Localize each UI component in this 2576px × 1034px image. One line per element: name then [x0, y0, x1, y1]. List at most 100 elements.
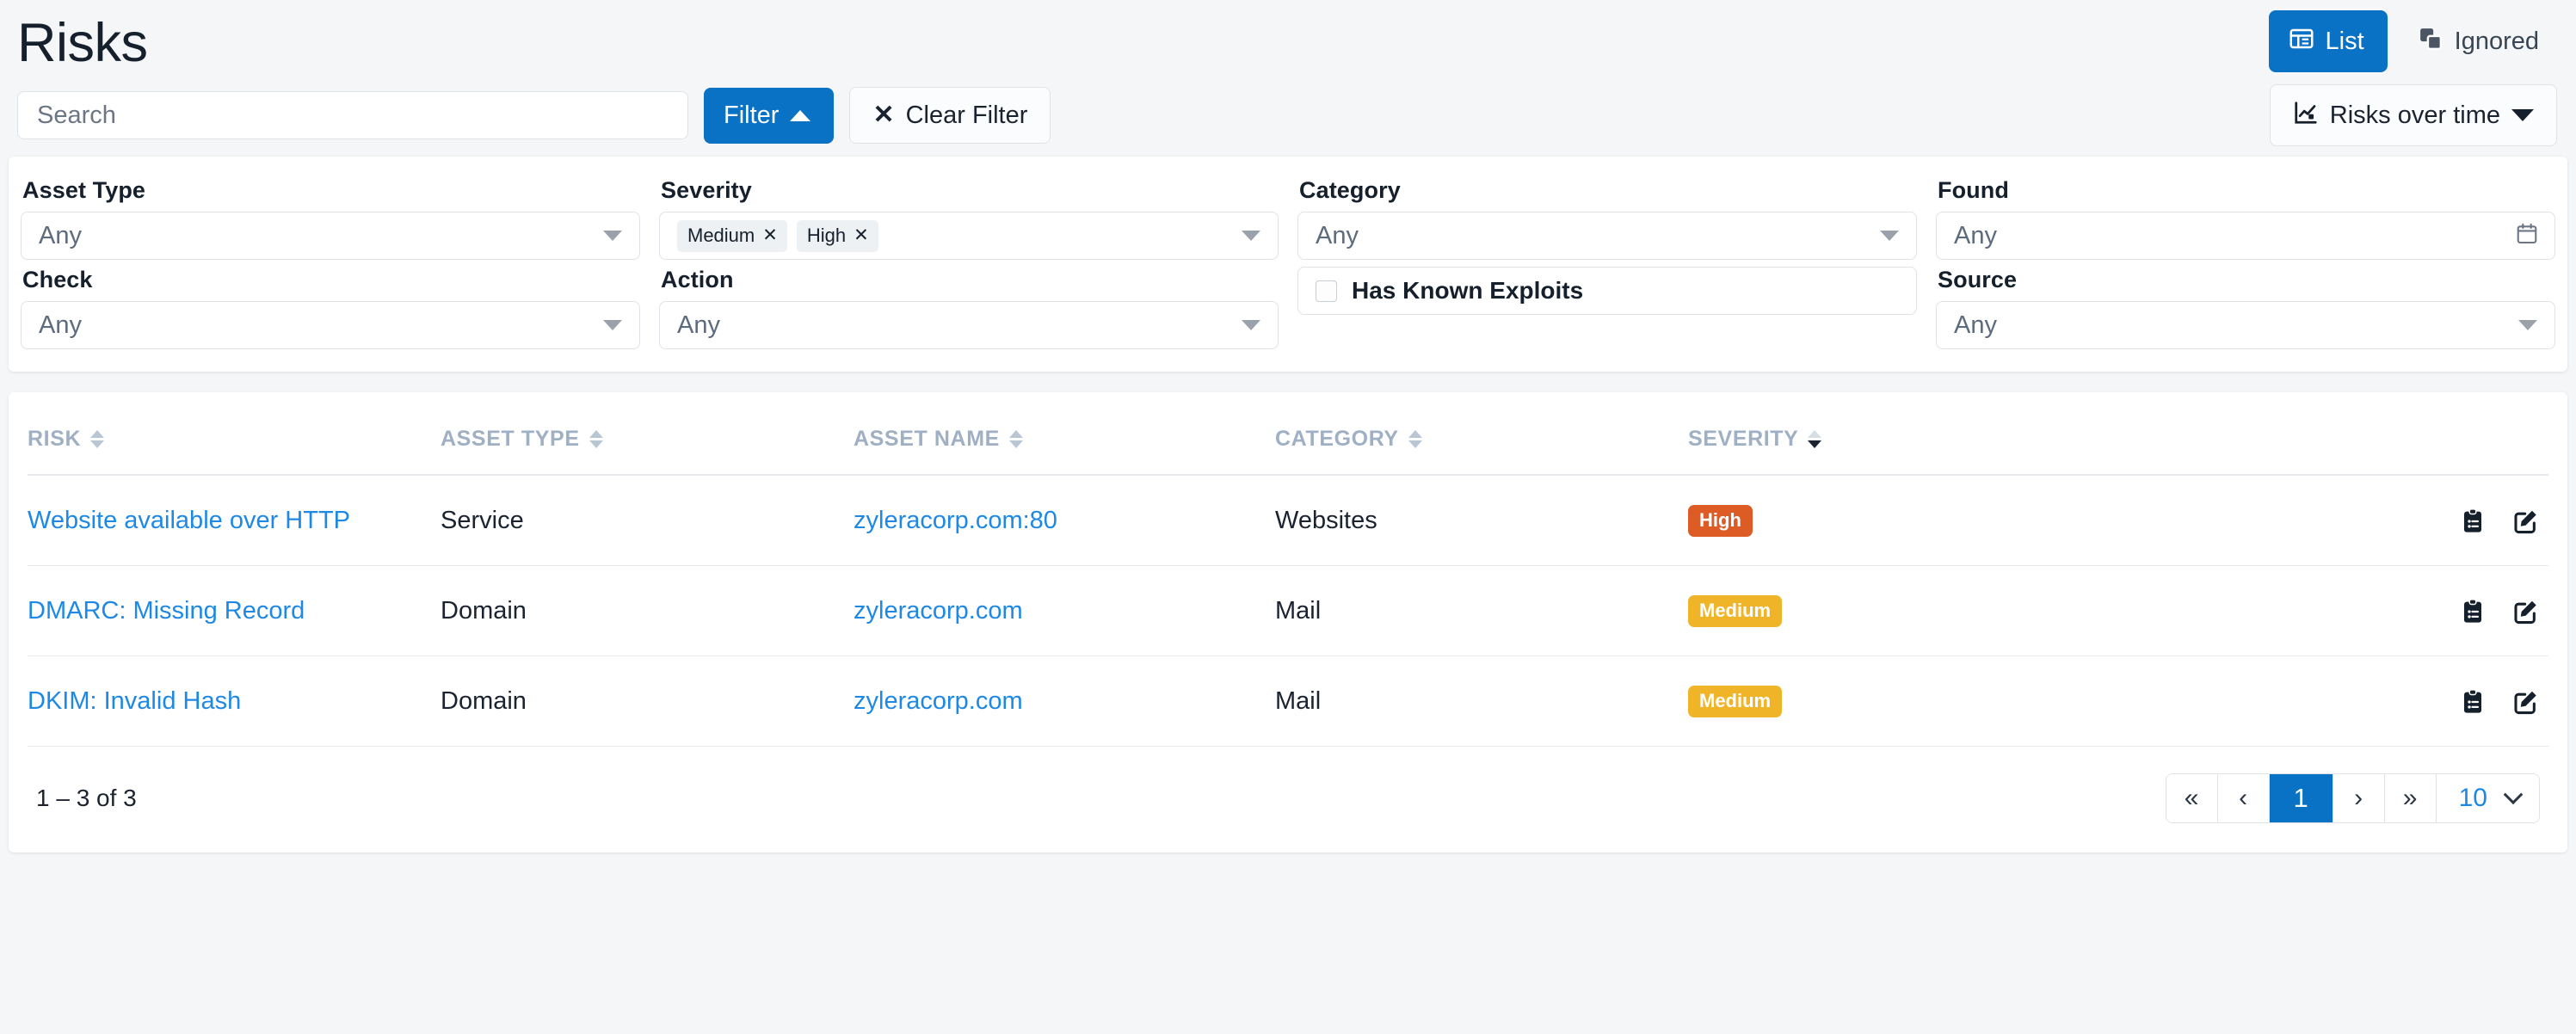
- filter-category-label: Category: [1299, 177, 1401, 203]
- chevron-down-icon: [2518, 320, 2537, 330]
- page-header: Risks List Ignored: [0, 0, 2576, 83]
- risk-link[interactable]: DKIM: Invalid Hash: [28, 687, 241, 715]
- table-footer: 1 – 3 of 3 « ‹ 1 › » 10: [28, 747, 2548, 852]
- severity-chip[interactable]: High ✕: [796, 219, 878, 252]
- severity-multiselect[interactable]: Medium ✕ High ✕: [659, 212, 1279, 260]
- cell-actions: [2101, 565, 2548, 656]
- category-value: Any: [1316, 221, 1359, 249]
- x-icon: ✕: [872, 101, 895, 129]
- calendar-icon[interactable]: [2515, 222, 2539, 250]
- ignored-view-label: Ignored: [2454, 27, 2539, 55]
- remove-chip-icon[interactable]: ✕: [854, 226, 869, 244]
- filter-check: Check Any: [21, 267, 640, 349]
- source-value: Any: [1954, 311, 1997, 339]
- filter-severity: Severity Medium ✕ High ✕: [659, 177, 1279, 260]
- filter-has-known-exploits: Has Known Exploits: [1297, 267, 1917, 349]
- severity-chips: Medium ✕ High ✕: [677, 219, 878, 252]
- filter-action: Action Any: [659, 267, 1279, 349]
- filter-source: Source Any: [1936, 267, 2555, 349]
- sort-icon[interactable]: [1008, 430, 1023, 448]
- found-date-input[interactable]: Any: [1936, 212, 2555, 260]
- pencil-square-icon[interactable]: [2512, 688, 2540, 716]
- cell-actions: [2101, 475, 2548, 566]
- column-header-category[interactable]: Category: [1275, 392, 1688, 476]
- severity-chip-label: Medium: [687, 224, 755, 246]
- filter-grid: Asset Type Any Severity Medium ✕ High ✕: [21, 177, 2555, 349]
- search-input[interactable]: [17, 91, 688, 139]
- first-page-button[interactable]: «: [2166, 774, 2218, 822]
- chevron-down-icon: [1880, 231, 1899, 241]
- pencil-square-icon[interactable]: [2512, 598, 2540, 625]
- check-value: Any: [39, 311, 82, 339]
- table-icon: [2289, 26, 2314, 57]
- clipboard-list-icon[interactable]: [2459, 598, 2487, 625]
- column-header-risk[interactable]: Risk: [28, 392, 441, 476]
- chevron-down-icon: [603, 320, 622, 330]
- page-size-select[interactable]: 10: [2436, 774, 2539, 822]
- cell-asset-type: Service: [441, 475, 854, 566]
- chevron-down-icon: [1242, 320, 1260, 330]
- cell-category: Websites: [1275, 475, 1688, 566]
- clipboard-list-icon[interactable]: [2459, 508, 2487, 535]
- sort-icon[interactable]: [90, 430, 105, 448]
- filter-asset-type-label: Asset Type: [22, 177, 146, 203]
- asset-name-link[interactable]: zyleracorp.com:80: [854, 507, 1057, 534]
- table-header-row: Risk Asset Type Asset Name: [28, 392, 2548, 476]
- filter-check-label: Check: [22, 267, 93, 292]
- risk-link[interactable]: DMARC: Missing Record: [28, 597, 305, 625]
- clear-filter-button[interactable]: ✕ Clear Filter: [849, 87, 1051, 144]
- column-header-asset-type-label: Asset Type: [441, 427, 580, 451]
- ignored-view-button[interactable]: Ignored: [2400, 10, 2557, 72]
- asset-type-value: Any: [39, 221, 82, 249]
- chevron-down-icon: [2511, 109, 2534, 121]
- filter-found-label: Found: [1938, 177, 2009, 203]
- asset-type-select[interactable]: Any: [21, 212, 640, 260]
- pencil-square-icon[interactable]: [2512, 508, 2540, 535]
- list-view-label: List: [2325, 27, 2364, 55]
- column-header-asset-name[interactable]: Asset Name: [854, 392, 1275, 476]
- risk-link[interactable]: Website available over HTTP: [28, 507, 350, 534]
- column-header-asset-type[interactable]: Asset Type: [441, 392, 854, 476]
- action-select[interactable]: Any: [659, 301, 1279, 349]
- has-known-exploits-checkbox[interactable]: Has Known Exploits: [1297, 267, 1917, 315]
- chevron-down-icon: [2503, 785, 2524, 805]
- clear-filter-label: Clear Filter: [905, 101, 1028, 129]
- page-size-value: 10: [2458, 784, 2487, 812]
- header-actions: List Ignored: [2268, 10, 2558, 72]
- pagination: « ‹ 1 › » 10: [2165, 773, 2540, 823]
- column-header-category-label: Category: [1275, 427, 1399, 451]
- filter-toggle-button[interactable]: Filter: [704, 87, 835, 144]
- sort-icon[interactable]: [1408, 430, 1422, 448]
- page-number-button[interactable]: 1: [2269, 774, 2333, 822]
- asset-name-link[interactable]: zyleracorp.com: [854, 597, 1023, 625]
- clipboard-list-icon[interactable]: [2459, 688, 2487, 716]
- column-header-actions: [2101, 392, 2548, 476]
- sort-icon[interactable]: [589, 430, 603, 448]
- last-page-button[interactable]: »: [2384, 774, 2437, 822]
- check-select[interactable]: Any: [21, 301, 640, 349]
- sort-icon-active[interactable]: [1808, 430, 1822, 448]
- asset-name-link[interactable]: zyleracorp.com: [854, 687, 1023, 715]
- previous-page-button[interactable]: ‹: [2217, 774, 2270, 822]
- filter-action-label: Action: [661, 267, 734, 292]
- cell-asset-type: Domain: [441, 655, 854, 747]
- chevron-down-icon: [1242, 231, 1260, 241]
- cell-severity: Medium: [1688, 565, 2101, 656]
- remove-chip-icon[interactable]: ✕: [762, 226, 778, 244]
- list-view-button[interactable]: List: [2268, 10, 2388, 72]
- risks-table: Risk Asset Type Asset Name: [28, 392, 2548, 747]
- filter-toggle-label: Filter: [724, 101, 780, 129]
- next-page-button[interactable]: ›: [2333, 774, 2385, 822]
- chevron-down-icon: [603, 231, 622, 241]
- risks-table-panel: Risk Asset Type Asset Name: [9, 392, 2567, 852]
- severity-chip[interactable]: Medium ✕: [677, 219, 787, 252]
- column-header-severity[interactable]: Severity: [1688, 392, 2101, 476]
- cell-asset-name: zyleracorp.com: [854, 655, 1275, 747]
- risks-over-time-button[interactable]: Risks over time: [2269, 84, 2557, 146]
- cell-asset-name: zyleracorp.com: [854, 565, 1275, 656]
- filter-severity-label: Severity: [661, 177, 752, 203]
- category-select[interactable]: Any: [1297, 212, 1917, 260]
- checkbox-box[interactable]: [1316, 280, 1337, 302]
- copy-stack-icon: [2418, 26, 2444, 57]
- source-select[interactable]: Any: [1936, 301, 2555, 349]
